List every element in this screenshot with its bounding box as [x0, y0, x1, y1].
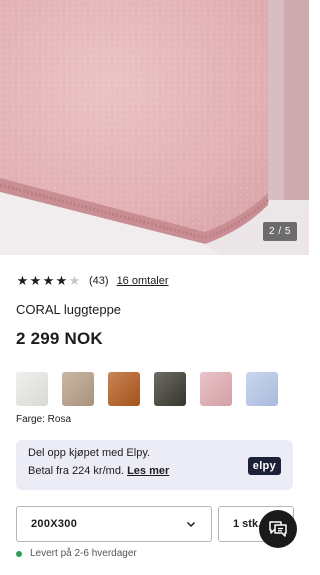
delivery-info: Levert på 2-6 hverdager	[16, 548, 137, 559]
star-rating: ★ ★ ★ ★ ★	[16, 274, 81, 287]
elpy-financing-banner: Del opp kjøpet med Elpy. Betal fra 224 k…	[16, 440, 293, 490]
rating-count: (43)	[89, 274, 109, 287]
elpy-read-more-link[interactable]: Les mer	[127, 465, 169, 477]
star-filled-icon: ★	[55, 273, 68, 288]
elpy-logo: elpy	[247, 457, 281, 475]
chevron-down-icon	[186, 521, 196, 528]
elpy-details: Betal fra 224 kr/md. Les mer	[28, 465, 281, 477]
color-swatch-beige[interactable]	[62, 372, 94, 406]
selected-color-label: Farge: Rosa	[16, 414, 72, 425]
delivery-text: Levert på 2-6 hverdager	[30, 548, 137, 559]
color-swatch-rust[interactable]	[108, 372, 140, 406]
color-swatch-light-blue[interactable]	[246, 372, 278, 406]
product-title: CORAL luggteppe	[16, 302, 122, 317]
color-swatch-rosa[interactable]	[200, 372, 232, 406]
reviews-link[interactable]: 16 omtaler	[117, 275, 169, 287]
product-image-gallery[interactable]: 2 / 5	[0, 0, 309, 255]
quantity-select-value: 1 stk.	[233, 518, 262, 530]
color-swatches	[16, 372, 278, 406]
chat-icon	[269, 521, 287, 537]
size-select[interactable]: 200X300	[16, 506, 212, 542]
star-filled-icon: ★	[29, 273, 42, 288]
availability-dot-icon	[16, 550, 22, 557]
elpy-price-text: Betal fra 224 kr/md.	[28, 465, 124, 477]
color-swatch-dark-olive[interactable]	[154, 372, 186, 406]
star-filled-icon: ★	[42, 273, 55, 288]
product-rating: ★ ★ ★ ★ ★ (43) 16 omtaler	[16, 274, 169, 287]
product-price: 2 299 NOK	[16, 329, 103, 348]
star-empty-icon: ★	[68, 273, 81, 288]
elpy-headline: Del opp kjøpet med Elpy.	[28, 447, 151, 459]
product-image	[0, 0, 309, 255]
chat-button[interactable]	[259, 510, 297, 548]
size-select-value: 200X300	[31, 518, 78, 530]
image-counter: 2 / 5	[263, 222, 297, 241]
star-filled-icon: ★	[16, 273, 29, 288]
color-swatch-white[interactable]	[16, 372, 48, 406]
